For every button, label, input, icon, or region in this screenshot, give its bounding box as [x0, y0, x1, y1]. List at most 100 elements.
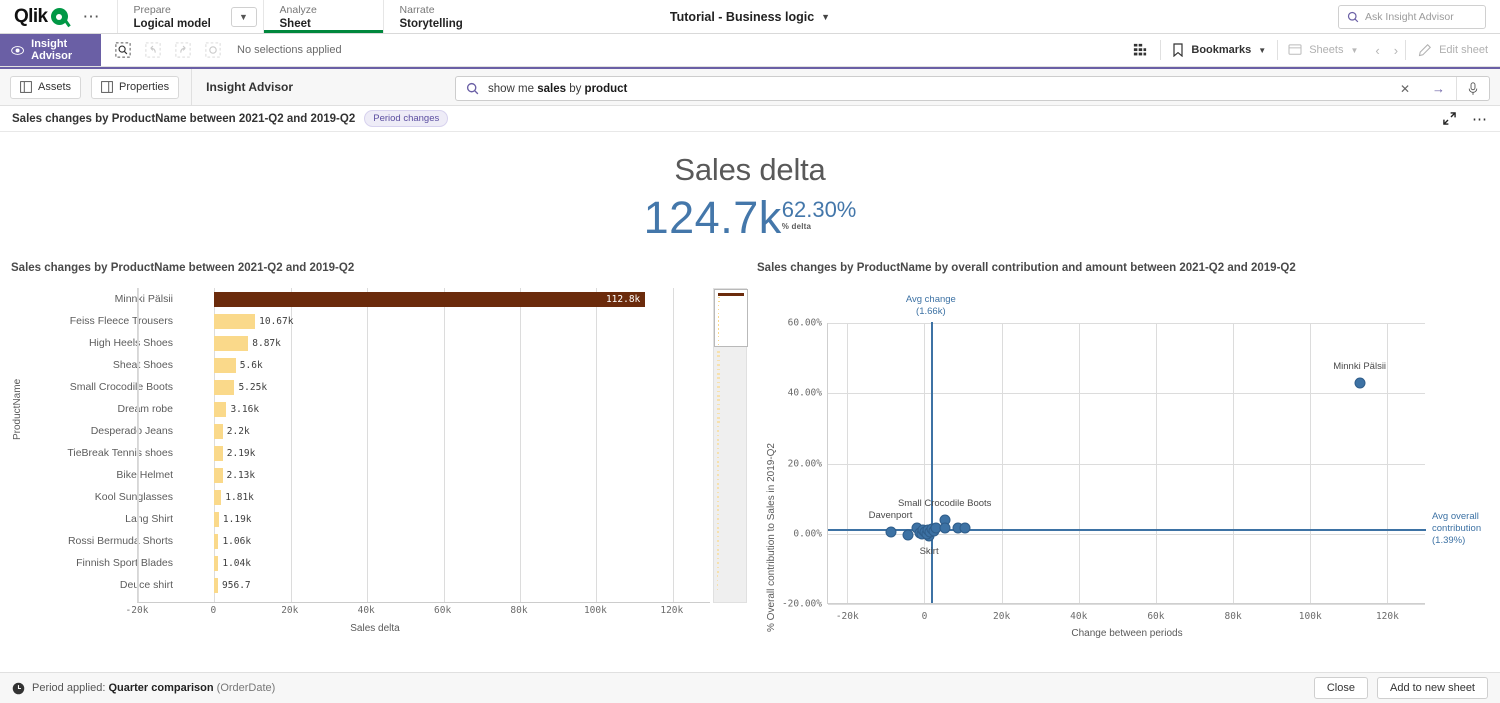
bar-chart-plot-area: 112.8k 10.67k8.87k5.6k 5.25k 3.16k2.2k2.19k…	[137, 288, 710, 603]
ellipsis-icon[interactable]: ⋯	[77, 0, 107, 34]
panel-icon	[20, 81, 32, 93]
add-to-new-sheet-button[interactable]: Add to new sheet	[1377, 677, 1488, 699]
insight-advisor-tab[interactable]: Insight Advisor	[0, 34, 101, 66]
bar-chart-bar[interactable]	[214, 468, 222, 483]
minimap-bar	[717, 562, 719, 564]
selection-tool-icon[interactable]	[115, 42, 131, 58]
bar-chart-bar-row[interactable]: 1.04k	[214, 552, 251, 574]
kpi-value: 124.7k	[644, 192, 782, 244]
bar-chart-bar-row[interactable]: 1.81k	[214, 486, 254, 508]
close-button[interactable]: Close	[1314, 677, 1368, 699]
bar-chart-bar[interactable]	[214, 556, 218, 571]
minimap-bar	[717, 514, 719, 516]
bar-chart-bar[interactable]	[214, 512, 219, 527]
bar-chart-minimap-scrollbar[interactable]	[713, 288, 747, 603]
nav-section-prepare[interactable]: Prepare Logical model	[117, 0, 237, 33]
bar-chart-bar-row[interactable]: 112.8k	[214, 288, 645, 310]
insight-search-bar[interactable]: show me sales by product ✕ →	[455, 76, 1490, 101]
bar-chart-bar-row[interactable]: 10.67k	[214, 310, 293, 332]
minimap-bar	[717, 470, 719, 472]
bar-chart-bar-row[interactable]: 2.2k	[214, 420, 249, 442]
bar-chart-bar[interactable]: 112.8k	[214, 292, 645, 307]
bar-chart-bar-row[interactable]: 2.19k	[214, 442, 255, 464]
bar-chart-bar-row[interactable]: 5.25k	[214, 376, 267, 398]
minimap-bar	[717, 474, 719, 476]
minimap-bar	[717, 417, 720, 419]
bar-chart-bar[interactable]	[214, 402, 226, 417]
voice-search-icon[interactable]	[1456, 77, 1489, 100]
bar-chart-bar-row[interactable]: 5.6k	[214, 354, 262, 376]
scatter-point[interactable]	[885, 526, 896, 537]
bar-chart-bar[interactable]	[214, 358, 235, 373]
bar-chart-bar[interactable]	[214, 578, 218, 593]
minimap-bar	[718, 344, 719, 346]
selections-bar-right: Bookmarks ▼ Sheets ▼ ‹ › Edit sheet	[1120, 34, 1500, 66]
nav-analyze-label: Analyze	[280, 4, 367, 17]
scatter-gridline-vertical	[1079, 323, 1080, 603]
bar-chart-scroll-thumb[interactable]	[714, 289, 748, 347]
bar-value-label: 1.81k	[225, 492, 254, 503]
properties-button[interactable]: Properties	[91, 76, 179, 99]
redo-icon	[175, 42, 191, 58]
bar-chart-bar-row[interactable]: 1.06k	[214, 530, 251, 552]
bar-chart-bar[interactable]	[214, 424, 222, 439]
minimap-bar	[717, 531, 719, 533]
bar-value-label: 5.25k	[238, 382, 267, 393]
scatter-point-label: Skirt	[920, 546, 939, 557]
bar-chart-gridline	[596, 288, 597, 602]
bar-chart-bar-row[interactable]: 8.87k	[214, 332, 280, 354]
app-title-chevron-down-icon[interactable]: ▼	[821, 12, 830, 22]
assets-button[interactable]: Assets	[10, 76, 81, 99]
minimap-bar	[717, 461, 719, 463]
minimap-bar	[717, 457, 719, 459]
clear-selections-icon	[205, 42, 221, 58]
minimap-bar	[717, 355, 720, 357]
bar-chart-bar[interactable]	[214, 314, 255, 329]
reference-line-value: (1.39%)	[1432, 535, 1500, 547]
bar-value-label: 1.19k	[223, 514, 252, 525]
bar-chart-bar[interactable]	[214, 446, 222, 461]
charts-region: Sales changes by ProductName between 202…	[0, 262, 1500, 637]
minimap-bar	[717, 391, 720, 393]
edit-sheet-button: Edit sheet	[1405, 40, 1488, 60]
bar-chart-bar-row[interactable]: 956.7	[214, 574, 250, 596]
bar-chart-bar[interactable]	[214, 490, 221, 505]
bar-chart-bar-row[interactable]: 1.19k	[214, 508, 251, 530]
nav-section-analyze[interactable]: Analyze Sheet	[263, 0, 383, 33]
scatter-y-tick-label: 0.00%	[793, 528, 822, 539]
scatter-x-tick-label: 20k	[993, 611, 1010, 622]
period-applied-text: Period applied: Quarter comparison (Orde…	[32, 682, 275, 694]
app-grid-icon[interactable]	[1120, 43, 1160, 57]
expand-icon[interactable]	[1443, 112, 1456, 125]
period-applied-field: (OrderDate)	[217, 682, 276, 694]
minimap-bar	[717, 527, 719, 529]
bar-chart-bar[interactable]	[214, 336, 248, 351]
scatter-point[interactable]	[959, 523, 970, 534]
bar-chart-bar-row[interactable]: 3.16k	[214, 398, 259, 420]
insight-more-menu-icon[interactable]: ⋯	[1472, 110, 1488, 128]
minimap-bar	[718, 340, 719, 342]
bar-chart-x-ticks: -20k020k40k60k80k100k120k	[0, 605, 750, 619]
bar-chart-bar[interactable]	[214, 534, 218, 549]
bottom-bar-actions: Close Add to new sheet	[1314, 677, 1488, 699]
qlik-logo[interactable]: Qlik	[14, 6, 68, 28]
nav-section-narrate[interactable]: Narrate Storytelling	[383, 0, 503, 33]
minimap-bar	[718, 313, 719, 315]
submit-search-icon[interactable]: →	[1421, 81, 1456, 96]
scatter-point[interactable]	[1354, 377, 1365, 388]
bar-chart-x-tick-label: 40k	[358, 605, 375, 616]
bookmarks-button[interactable]: Bookmarks ▼	[1160, 40, 1277, 60]
edit-sheet-label: Edit sheet	[1439, 44, 1488, 56]
scatter-gridline-vertical	[924, 323, 925, 603]
bar-chart-bar[interactable]	[214, 380, 234, 395]
minimap-bar	[717, 575, 718, 577]
scatter-point[interactable]	[939, 523, 950, 534]
nav-analyze-value: Sheet	[280, 17, 367, 31]
scatter-x-tick-label: -20k	[836, 611, 859, 622]
qlik-logo-text: Qlik	[14, 6, 48, 28]
ask-insight-advisor-input[interactable]: Ask Insight Advisor	[1338, 5, 1486, 29]
clear-search-icon[interactable]: ✕	[1389, 82, 1421, 96]
bar-chart-bar-row[interactable]: 2.13k	[214, 464, 255, 486]
minimap-bar	[717, 589, 718, 591]
query-term-product: product	[585, 83, 628, 95]
